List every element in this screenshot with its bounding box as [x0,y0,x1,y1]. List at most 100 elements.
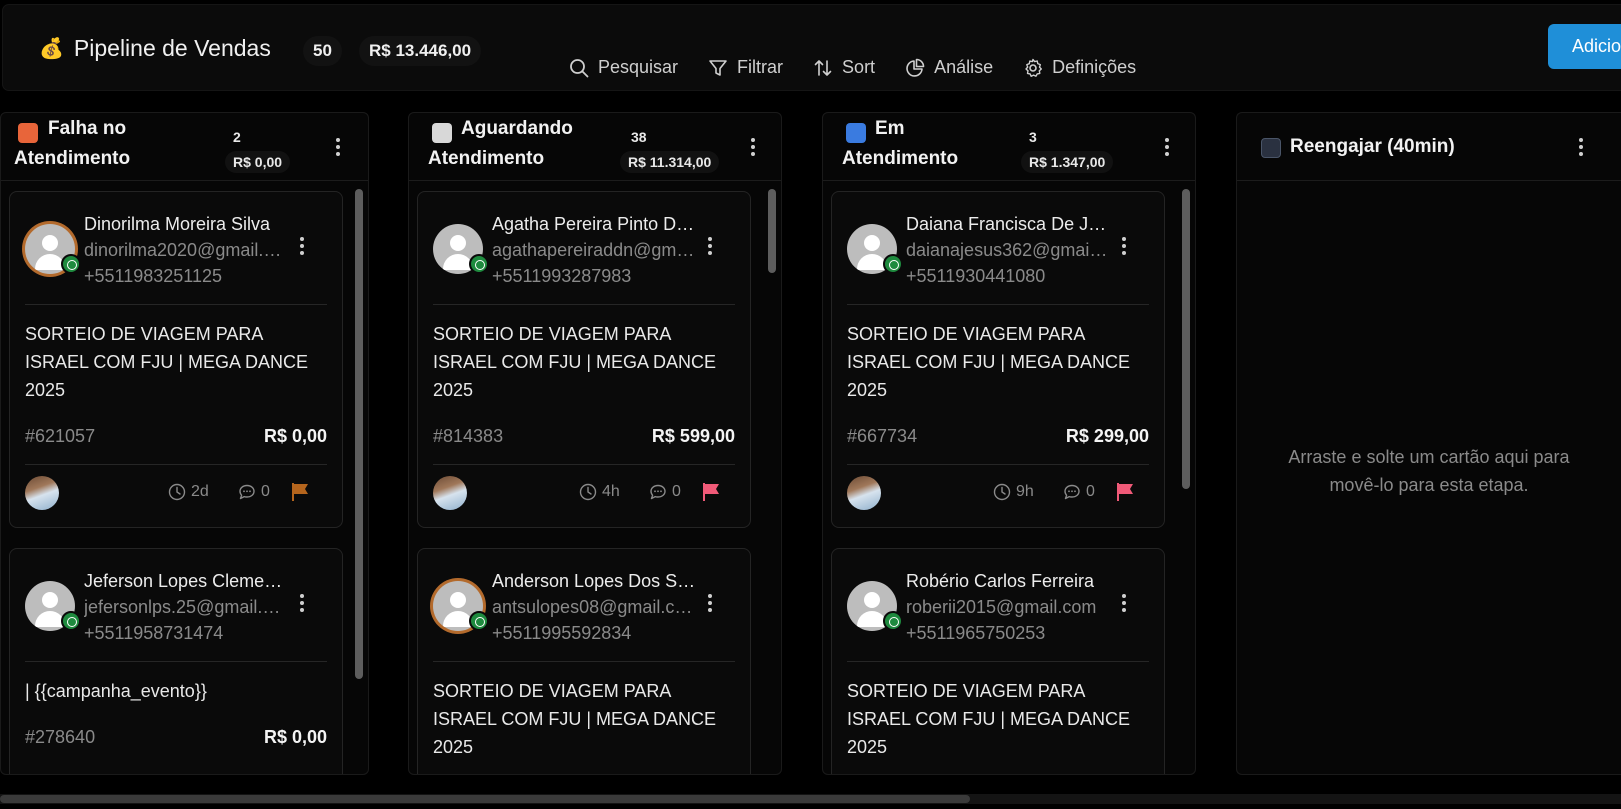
card-divider [847,464,1149,465]
deal-card[interactable]: Agatha Pereira Pinto Dias agathapereirad… [417,191,751,528]
contact-name: Daiana Francisca De Jesus [906,214,1111,234]
whatsapp-icon [61,254,81,274]
column-title-line2: Atendimento [14,148,131,169]
assignee-avatar[interactable] [847,476,881,510]
scrollbar-thumb[interactable] [355,189,363,679]
filter-icon [709,59,727,76]
contact-email: dinorilma2020@gmail.com [84,240,289,260]
scrollbar-thumb[interactable] [0,795,970,803]
column-header: Em Atendimento 3 R$ 1.347,00 [823,113,1195,181]
priority-flag-icon[interactable] [1115,482,1135,502]
contact-phone: +5511983251125 [84,266,222,286]
empty-drop-zone-message: Arraste e solte um cartão aqui para movê… [1288,447,1570,495]
gear-icon [1025,58,1043,77]
card-menu-button[interactable] [703,591,717,617]
contact-avatar [433,224,489,274]
card-menu-button[interactable] [295,591,309,617]
contact-avatar [433,581,489,631]
search-button[interactable]: Pesquisar [569,57,678,78]
deal-age: 9h [993,483,1034,501]
settings-button[interactable]: Definições [1023,57,1136,78]
money-bag-icon: 💰 [39,38,64,60]
column-scrollbar[interactable] [355,189,363,685]
settings-label: Definições [1052,57,1137,77]
column-menu-button[interactable] [743,135,763,159]
contact-email: antsulopes08@gmail.com [492,597,697,617]
deal-card[interactable]: Anderson Lopes Dos Santos antsulopes08@g… [417,548,751,774]
deal-card[interactable]: Jeferson Lopes Clemente jefersonlps.25@g… [9,548,343,774]
deal-id: #278640 [25,727,96,747]
column-em-atendimento: Em Atendimento 3 R$ 1.347,00 Daiana Fran… [822,112,1196,775]
column-menu-button[interactable] [328,135,348,159]
comment-count[interactable]: 0 [649,483,681,501]
comment-count[interactable]: 0 [238,483,270,501]
deal-description: SORTEIO DE VIAGEM PARA ISRAEL COM FJU | … [433,681,717,757]
column-scrollbar[interactable] [1182,189,1190,685]
deal-age-text: 9h [1016,483,1034,500]
card-divider [433,464,735,465]
assignee-avatar[interactable] [25,476,59,510]
deal-value: R$ 599,00 [651,426,735,446]
clock-icon [993,483,1011,501]
column-total: R$ 1.347,00 [1021,151,1114,173]
contact-name: Anderson Lopes Dos Santos [492,571,697,591]
comment-count-text: 0 [672,483,681,500]
pie-chart-icon [906,58,925,77]
deal-card[interactable]: Robério Carlos Ferreira roberii2015@gmai… [831,548,1165,774]
analysis-button[interactable]: Análise [905,57,993,78]
column-header: Reengajar (40min) [1237,113,1621,181]
column-menu-button[interactable] [1571,135,1591,159]
analysis-label: Análise [934,57,994,77]
deal-id: #667734 [847,426,918,446]
deal-card[interactable]: Daiana Francisca De Jesus daianajesus362… [831,191,1165,528]
comment-icon [239,484,255,500]
deal-id: #814383 [433,426,504,446]
filter-button[interactable]: Filtrar [708,57,783,78]
comment-icon [650,484,666,500]
column-count: 2 [233,129,241,145]
column-count: 38 [631,129,647,145]
contact-email: agathapereiraddn@gmail.com [492,240,697,260]
contact-name: Dinorilma Moreira Silva [84,214,271,234]
whatsapp-icon [469,611,489,631]
comment-count[interactable]: 0 [1063,483,1095,501]
column-total: R$ 0,00 [225,151,291,173]
card-divider [433,304,735,305]
card-divider [847,661,1149,662]
toolbar: Pesquisar Filtrar Sort Análise Definiçõe… [569,57,1166,78]
sort-button[interactable]: Sort [813,57,875,78]
card-menu-button[interactable] [1117,591,1131,617]
contact-phone: +5511958731474 [84,623,224,643]
column-falha-no-atendimento: Falha no Atendimento 2 R$ 0,00 Dinorilma… [0,112,369,775]
column-title: Em [875,118,905,139]
whatsapp-icon [883,254,903,274]
card-divider [25,661,327,662]
column-title: Aguardando [461,118,573,139]
column-total: R$ 11.314,00 [620,151,720,173]
contact-name: Robério Carlos Ferreira [906,571,1095,591]
priority-flag-icon[interactable] [701,482,721,502]
priority-flag-icon[interactable] [290,482,310,502]
card-menu-button[interactable] [1117,234,1131,260]
assignee-avatar[interactable] [433,476,467,510]
card-menu-button[interactable] [295,234,309,260]
whatsapp-icon [883,611,903,631]
scrollbar-thumb[interactable] [768,189,776,273]
card-divider [25,464,327,465]
card-menu-button[interactable] [703,234,717,260]
column-header: Falha no Atendimento 2 R$ 0,00 [1,113,368,181]
deal-card[interactable]: Dinorilma Moreira Silva dinorilma2020@gm… [9,191,343,528]
search-label: Pesquisar [598,57,679,77]
contact-avatar [25,581,81,631]
column-menu-button[interactable] [1157,135,1177,159]
contact-avatar [847,224,903,274]
column-scrollbar[interactable] [768,189,776,685]
add-deal-button[interactable]: Adicionar [1548,24,1621,69]
contact-avatar [847,581,903,631]
comment-count-text: 0 [1086,483,1095,500]
scrollbar-thumb[interactable] [1182,189,1190,489]
pipeline-total-badge: R$ 13.446,00 [359,36,482,66]
whatsapp-icon [61,611,81,631]
board-horizontal-scrollbar[interactable] [0,794,1621,804]
stage-color-icon [846,123,866,143]
